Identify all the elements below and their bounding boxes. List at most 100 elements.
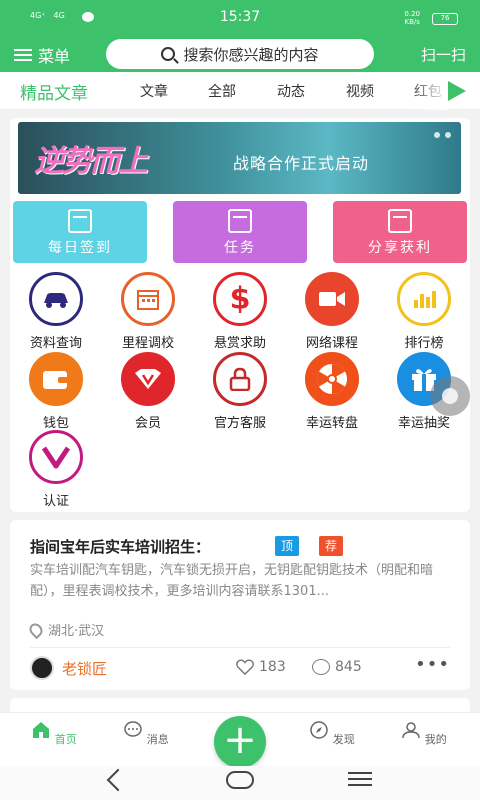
grid-label: 认证 <box>42 494 69 509</box>
menu-button[interactable]: 菜单 <box>14 43 70 67</box>
tasks-label: 任务 <box>224 240 256 256</box>
share-earn-label: 分享获利 <box>368 240 432 256</box>
comment-count: 845 <box>335 659 362 675</box>
grid-item-membership[interactable]: 会员 <box>110 352 186 431</box>
grid-item-wallet[interactable]: 钱包 <box>18 352 94 431</box>
tab-updates[interactable]: 动态 <box>277 81 305 101</box>
location-text: 湖北·武汉 <box>48 624 105 639</box>
bar-chart-icon <box>397 272 451 326</box>
grid-item-official-support[interactable]: 官方客服 <box>202 352 278 431</box>
heart-icon <box>236 659 254 675</box>
tab-profile-label: 我的 <box>424 733 447 746</box>
user-icon <box>402 722 420 739</box>
tab-videos[interactable]: 视频 <box>346 81 374 101</box>
grid-label: 悬赏求助 <box>213 336 266 351</box>
pinned-badge: 顶 <box>275 536 300 556</box>
car-icon <box>29 272 83 326</box>
tabs-more-arrow-icon[interactable] <box>448 81 466 101</box>
grid-label: 幸运抽奖 <box>397 416 450 431</box>
network-speed-unit: KB/s <box>404 18 420 26</box>
grid-item-data-lookup[interactable]: 资料查询 <box>18 272 94 351</box>
recent-apps-icon[interactable] <box>348 772 372 786</box>
floating-assistive-button[interactable] <box>430 376 470 416</box>
tab-messages[interactable]: 消息 <box>116 721 176 747</box>
avatar <box>30 656 54 680</box>
grid-label: 资料查询 <box>29 336 82 351</box>
network-speed-value: 0.20 <box>404 10 420 18</box>
calendar-icon <box>121 272 175 326</box>
article-excerpt: 实车培训配汽车钥匙，汽车锁无损开启，无钥匙配钥匙技术（明配和暗配），里程表调校技… <box>30 563 434 599</box>
grid-label: 幸运转盘 <box>305 416 358 431</box>
location-pin-icon <box>26 620 46 639</box>
comment-button[interactable]: 845 <box>312 659 362 675</box>
recommended-badge: 荐 <box>319 536 344 556</box>
home-icon <box>33 722 50 738</box>
daily-checkin-button[interactable]: 每日签到 <box>13 201 147 263</box>
article-title: 指间宝年后实车培训招生： <box>30 538 211 556</box>
like-count: 183 <box>259 659 286 675</box>
grid-label: 官方客服 <box>213 416 266 431</box>
tab-home-label: 首页 <box>54 733 77 746</box>
article-card[interactable]: 指间宝年后实车培训招生： 顶 荐 实车培训配汽车钥匙，汽车锁无损开启，无钥匙配钥… <box>10 520 470 690</box>
grid-label: 会员 <box>134 416 161 431</box>
promo-banner[interactable]: 逆势而上 战略合作正式启动 <box>18 122 461 194</box>
vip-icon <box>121 352 175 406</box>
grid-label: 里程调校 <box>121 336 174 351</box>
banner-subtitle: 战略合作正式启动 <box>233 154 370 173</box>
tab-discover[interactable]: 发现 <box>302 721 362 747</box>
tab-profile[interactable]: 我的 <box>394 721 454 747</box>
grid-item-lucky-wheel[interactable]: 幸运转盘 <box>294 352 370 431</box>
lock-icon <box>213 352 267 406</box>
grid-label: 排行榜 <box>404 336 444 351</box>
like-button[interactable]: 183 <box>236 659 286 675</box>
grid-label: 网络课程 <box>305 336 358 351</box>
dollar-icon: $ <box>213 272 267 326</box>
grid-item-leaderboard[interactable]: 排行榜 <box>386 272 462 351</box>
share-icon <box>388 209 412 233</box>
network-speed: 0.20 KB/s <box>404 10 420 26</box>
feature-card: 逆势而上 战略合作正式启动 每日签到 任务 分享获利 资料查询 里程调校 $ 悬… <box>10 118 470 512</box>
search-input[interactable]: 搜索你感兴趣的内容 <box>106 39 374 69</box>
tasks-button[interactable]: 任务 <box>173 201 307 263</box>
daily-checkin-label: 每日签到 <box>48 240 112 256</box>
scan-button[interactable]: 扫一扫 <box>421 44 466 65</box>
message-icon <box>124 721 142 737</box>
category-tabs: 精品文章 文章 全部 动态 视频 红包 <box>0 72 480 110</box>
menu-label: 菜单 <box>38 47 71 66</box>
grid-item-mileage-calibration[interactable]: 里程调校 <box>110 272 186 351</box>
share-earn-button[interactable]: 分享获利 <box>333 201 467 263</box>
back-icon[interactable] <box>106 768 130 792</box>
compass-icon <box>310 721 328 739</box>
app-header: 菜单 搜索你感兴趣的内容 扫一扫 <box>0 36 480 72</box>
article-author[interactable]: 老锁匠 <box>30 656 107 680</box>
banner-pager <box>434 132 451 138</box>
tab-discover-label: 发现 <box>332 733 355 746</box>
banner-title: 逆势而上 <box>34 144 148 179</box>
menu-icon <box>14 48 32 62</box>
tab-all[interactable]: 全部 <box>208 81 236 101</box>
search-placeholder: 搜索你感兴趣的内容 <box>183 45 319 64</box>
home-button-icon[interactable] <box>226 771 254 789</box>
grid-item-online-courses[interactable]: 网络课程 <box>294 272 370 351</box>
more-options-icon[interactable]: ••• <box>415 654 450 675</box>
grid-item-bounty-help[interactable]: $ 悬赏求助 <box>202 272 278 351</box>
search-icon <box>161 47 176 61</box>
video-camera-icon <box>305 272 359 326</box>
checklist-icon <box>228 209 252 233</box>
divider <box>30 647 450 648</box>
status-bar: 4G⁺ 4G 15:37 0.20 KB/s 76 <box>0 0 480 36</box>
grid-item-verification[interactable]: 认证 <box>18 430 94 509</box>
tab-home[interactable]: 首页 <box>24 721 84 747</box>
tab-featured-articles[interactable]: 精品文章 <box>20 79 88 104</box>
create-post-button[interactable]: + <box>214 716 266 768</box>
wallet-icon <box>29 352 83 406</box>
grid-label: 钱包 <box>42 416 69 431</box>
author-name: 老锁匠 <box>62 659 108 678</box>
wheel-icon <box>305 352 359 406</box>
battery-icon: 76 <box>432 13 458 25</box>
tab-messages-label: 消息 <box>146 733 169 746</box>
comment-icon <box>312 659 330 675</box>
system-navigation-bar <box>0 766 480 800</box>
article-location: 湖北·武汉 <box>26 620 105 639</box>
tab-articles[interactable]: 文章 <box>140 81 168 101</box>
